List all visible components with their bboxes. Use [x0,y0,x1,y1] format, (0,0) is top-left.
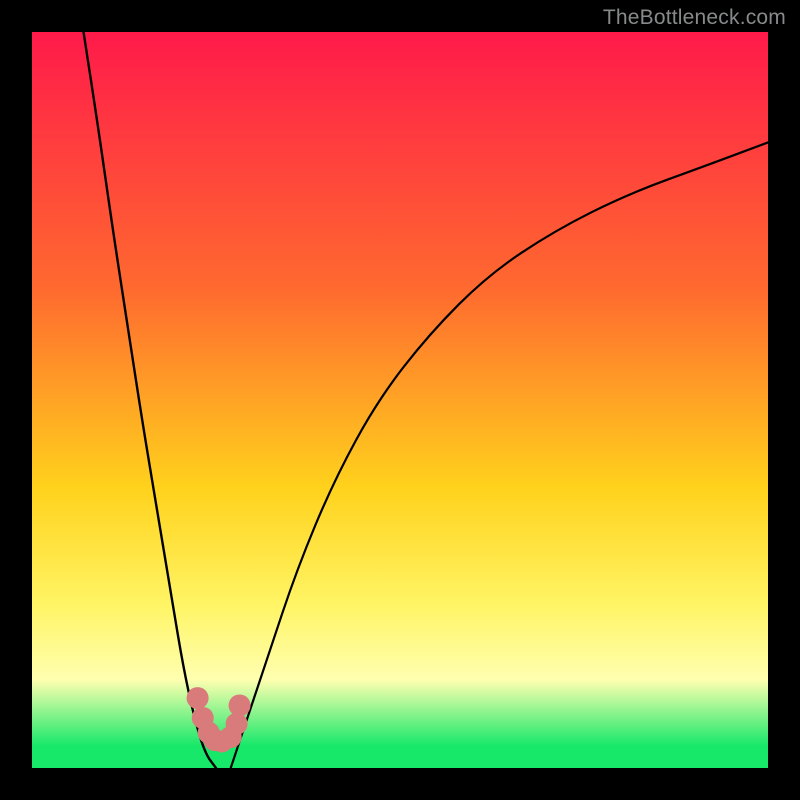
right-curve [231,142,768,768]
left-curve [84,32,216,768]
outer-frame: TheBottleneck.com [0,0,800,800]
chart-curves [32,32,768,768]
highlight-marker [226,713,248,735]
highlight-marker [229,694,251,716]
plot-area [32,32,768,768]
highlight-marker [187,687,209,709]
highlight-markers [187,687,251,752]
watermark-text: TheBottleneck.com [603,6,786,30]
